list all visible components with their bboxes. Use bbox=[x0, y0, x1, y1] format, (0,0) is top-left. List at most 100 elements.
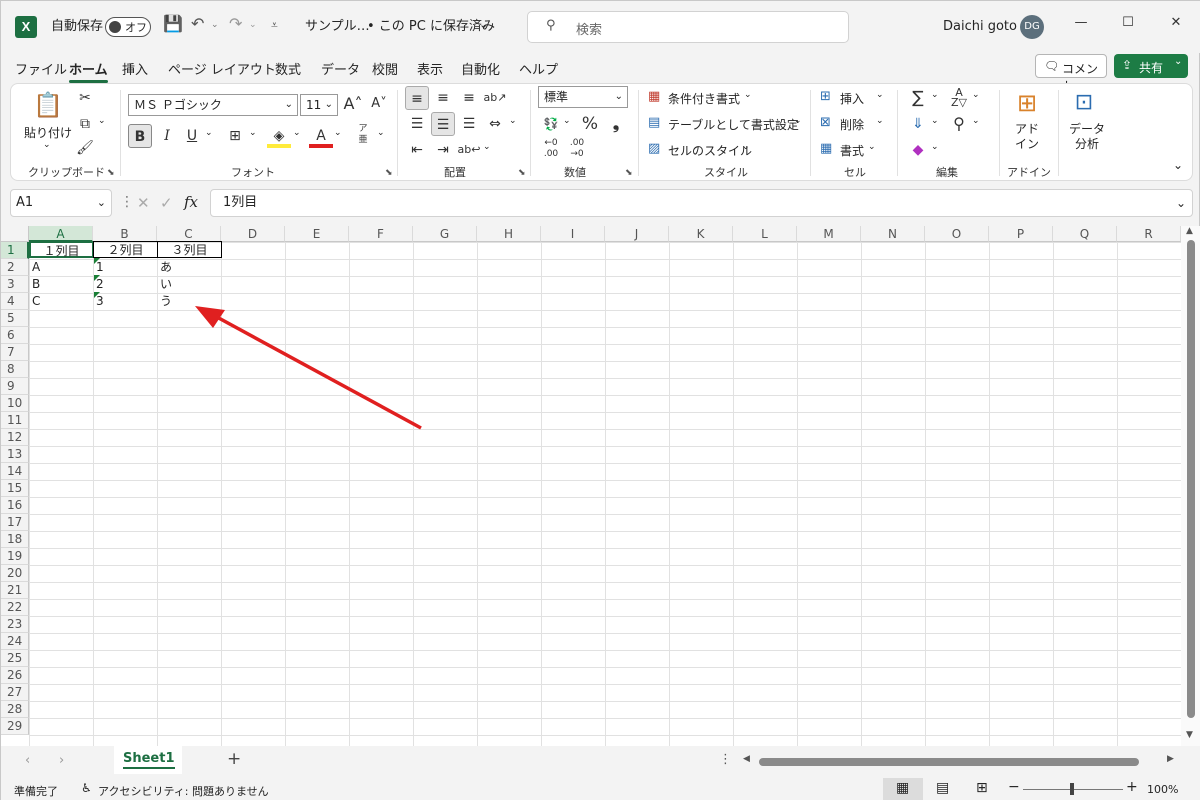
dialog-launcher-icon[interactable]: ⬊ bbox=[385, 168, 393, 178]
vertical-scrollbar[interactable]: ▲ ▼ bbox=[1181, 226, 1200, 746]
cell-B3[interactable]: 2 bbox=[94, 276, 157, 293]
chevron-down-icon[interactable]: ⌄ bbox=[98, 116, 106, 126]
tab-review[interactable]: 校閲 bbox=[372, 59, 398, 78]
column-header-P[interactable]: P bbox=[989, 226, 1053, 242]
add-sheet-button[interactable]: + bbox=[227, 749, 241, 769]
delete-cells-label[interactable]: 削除 bbox=[840, 116, 864, 133]
chevron-down-icon[interactable]: ⌄ bbox=[742, 142, 750, 152]
cell-A2[interactable]: A bbox=[30, 259, 93, 276]
row-header-23[interactable]: 23 bbox=[1, 616, 29, 633]
more-icon[interactable]: ⋮ bbox=[719, 752, 732, 767]
zoom-slider-thumb[interactable] bbox=[1070, 783, 1074, 795]
chevron-down-icon[interactable]: ⌄ bbox=[479, 17, 488, 33]
column-header-J[interactable]: J bbox=[605, 226, 669, 242]
search-box[interactable]: ⚲ 検索 bbox=[527, 11, 849, 43]
zoom-in-icon[interactable]: + bbox=[1126, 779, 1138, 795]
dialog-launcher-icon[interactable]: ⬊ bbox=[518, 168, 526, 178]
column-header-L[interactable]: L bbox=[733, 226, 797, 242]
row-header-18[interactable]: 18 bbox=[1, 531, 29, 548]
font-color-icon[interactable]: A bbox=[309, 124, 333, 148]
chevron-down-icon[interactable]: ⌄ bbox=[972, 116, 980, 126]
select-all-corner[interactable] bbox=[1, 226, 29, 242]
dialog-launcher-icon[interactable]: ⬊ bbox=[107, 168, 115, 178]
row-header-4[interactable]: 4 bbox=[1, 293, 29, 310]
accessibility-icon[interactable]: ♿ bbox=[81, 781, 92, 795]
page-break-view-icon[interactable]: ⊞ bbox=[976, 780, 988, 796]
column-header-C[interactable]: C bbox=[157, 226, 221, 242]
chevron-down-icon[interactable]: ⌄ bbox=[563, 116, 571, 126]
row-header-17[interactable]: 17 bbox=[1, 514, 29, 531]
bold-button[interactable]: B bbox=[128, 124, 152, 148]
row-header-10[interactable]: 10 bbox=[1, 395, 29, 412]
fill-icon[interactable]: ⇓ bbox=[906, 112, 930, 136]
column-header-Q[interactable]: Q bbox=[1053, 226, 1117, 242]
tab-data[interactable]: データ bbox=[321, 59, 360, 78]
fill-color-icon[interactable]: ◈ bbox=[267, 124, 291, 148]
orientation-icon[interactable]: ab↗ bbox=[483, 86, 507, 110]
scroll-down-icon[interactable]: ▼ bbox=[1186, 730, 1193, 740]
row-header-25[interactable]: 25 bbox=[1, 650, 29, 667]
row-header-12[interactable]: 12 bbox=[1, 429, 29, 446]
row-header-21[interactable]: 21 bbox=[1, 582, 29, 599]
row-header-19[interactable]: 19 bbox=[1, 548, 29, 565]
cell-styles-icon[interactable]: ▨ bbox=[648, 141, 660, 156]
borders-icon[interactable]: ⊞ bbox=[223, 124, 247, 148]
tab-formulas[interactable]: 数式 bbox=[275, 59, 301, 78]
row-header-26[interactable]: 26 bbox=[1, 667, 29, 684]
cell-B1[interactable]: ２列目 bbox=[93, 241, 158, 258]
conditional-format-label[interactable]: 条件付き書式 bbox=[668, 90, 740, 107]
paste-icon[interactable]: 📋 bbox=[33, 90, 63, 120]
ribbon-expand-icon[interactable]: ⌄ bbox=[1173, 158, 1183, 172]
chevron-down-icon[interactable]: ⌄ bbox=[205, 128, 213, 138]
data-analysis-label[interactable]: データ 分析 bbox=[1069, 122, 1105, 152]
cell-C1[interactable]: ３列目 bbox=[157, 241, 222, 258]
close-icon[interactable]: ✕ bbox=[1166, 15, 1186, 31]
align-left-icon[interactable]: ☰ bbox=[405, 112, 429, 136]
chevron-down-icon[interactable]: ⌄ bbox=[377, 128, 385, 138]
chevron-down-icon[interactable]: ⌄ bbox=[931, 142, 939, 152]
formula-input[interactable]: 1列目 ⌄ bbox=[210, 189, 1193, 217]
scroll-thumb[interactable] bbox=[1187, 240, 1195, 718]
addin-icon[interactable]: ⊞ bbox=[1012, 88, 1042, 118]
insert-cells-icon[interactable]: ⊞ bbox=[820, 89, 831, 104]
cell-B4[interactable]: 3 bbox=[94, 293, 157, 310]
confirm-entry-icon[interactable]: ✓ bbox=[160, 194, 173, 212]
autosave-toggle[interactable]: オフ bbox=[105, 17, 151, 37]
row-header-1[interactable]: 1 bbox=[1, 242, 29, 259]
number-format-combo[interactable]: 標準 ⌄ bbox=[538, 86, 628, 108]
error-indicator-icon[interactable] bbox=[94, 292, 100, 298]
chevron-down-icon[interactable]: ⌄ bbox=[744, 90, 752, 100]
error-indicator-icon[interactable] bbox=[94, 275, 100, 281]
format-cells-icon[interactable]: ▦ bbox=[820, 141, 832, 156]
percent-style-icon[interactable]: % bbox=[578, 112, 602, 136]
find-select-icon[interactable]: ⚲ bbox=[947, 112, 971, 136]
chevron-down-icon[interactable]: ⌄ bbox=[931, 116, 939, 126]
underline-button[interactable]: U bbox=[180, 124, 204, 148]
accounting-format-icon[interactable]: 💱 bbox=[539, 112, 563, 136]
accessibility-status[interactable]: アクセシビリティ: 問題ありません bbox=[98, 783, 269, 799]
clear-icon[interactable]: ◆ bbox=[906, 138, 930, 162]
tab-file[interactable]: ファイル bbox=[15, 59, 67, 78]
row-header-3[interactable]: 3 bbox=[1, 276, 29, 293]
tab-home[interactable]: ホーム bbox=[69, 59, 108, 83]
worksheet-grid[interactable]: ABCDEFGHIJKLMNOPQR 1 2 3 4 5 6 7 8 9 10 11 12 13 14 15… bbox=[1, 226, 1200, 746]
align-center-icon[interactable]: ☰ bbox=[431, 112, 455, 136]
column-header-D[interactable]: D bbox=[221, 226, 285, 242]
redo-dropdown-icon[interactable]: ⌄ bbox=[249, 17, 257, 33]
copy-icon[interactable]: ⧉ bbox=[73, 112, 97, 136]
row-header-28[interactable]: 28 bbox=[1, 701, 29, 718]
addin-button-label[interactable]: アド イン bbox=[1015, 122, 1039, 152]
sheet-tab-sheet1[interactable]: Sheet1 bbox=[114, 746, 182, 774]
page-layout-view-icon[interactable]: ▤ bbox=[936, 780, 949, 796]
format-as-table-label[interactable]: テーブルとして書式設定 bbox=[668, 116, 799, 133]
row-header-16[interactable]: 16 bbox=[1, 497, 29, 514]
save-icon[interactable]: 💾 bbox=[163, 16, 183, 32]
user-name[interactable]: Daichi goto bbox=[943, 19, 1017, 35]
row-header-13[interactable]: 13 bbox=[1, 446, 29, 463]
sort-filter-icon[interactable]: A Z▽ bbox=[947, 86, 971, 110]
horizontal-scroll-thumb[interactable] bbox=[759, 758, 1139, 766]
insert-function-icon[interactable]: fx bbox=[184, 193, 198, 211]
paste-label[interactable]: 貼り付け bbox=[24, 124, 72, 141]
increase-indent-icon[interactable]: ⇥ bbox=[431, 138, 455, 162]
chevron-down-icon[interactable]: ⌄ bbox=[43, 140, 51, 150]
